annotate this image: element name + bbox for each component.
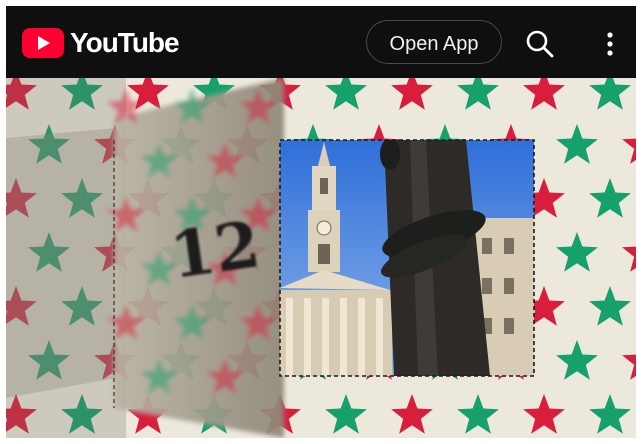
top-app-bar: YouTube Open App bbox=[6, 6, 636, 78]
open-app-button[interactable]: Open App bbox=[366, 20, 502, 64]
more-options-button[interactable] bbox=[598, 28, 622, 60]
search-icon bbox=[526, 30, 554, 58]
search-button[interactable] bbox=[524, 28, 556, 60]
door-window-photo bbox=[280, 140, 534, 376]
youtube-logo[interactable]: YouTube bbox=[22, 27, 180, 58]
door-number: 12 bbox=[166, 207, 265, 294]
video-frame: 12 bbox=[6, 78, 636, 438]
youtube-play-icon bbox=[22, 28, 64, 58]
brand-wordmark: YouTube bbox=[70, 27, 180, 58]
more-vert-icon bbox=[607, 32, 613, 56]
app-frame: YouTube Open App 12 bbox=[0, 0, 642, 444]
video-player[interactable]: 12 bbox=[6, 78, 636, 438]
